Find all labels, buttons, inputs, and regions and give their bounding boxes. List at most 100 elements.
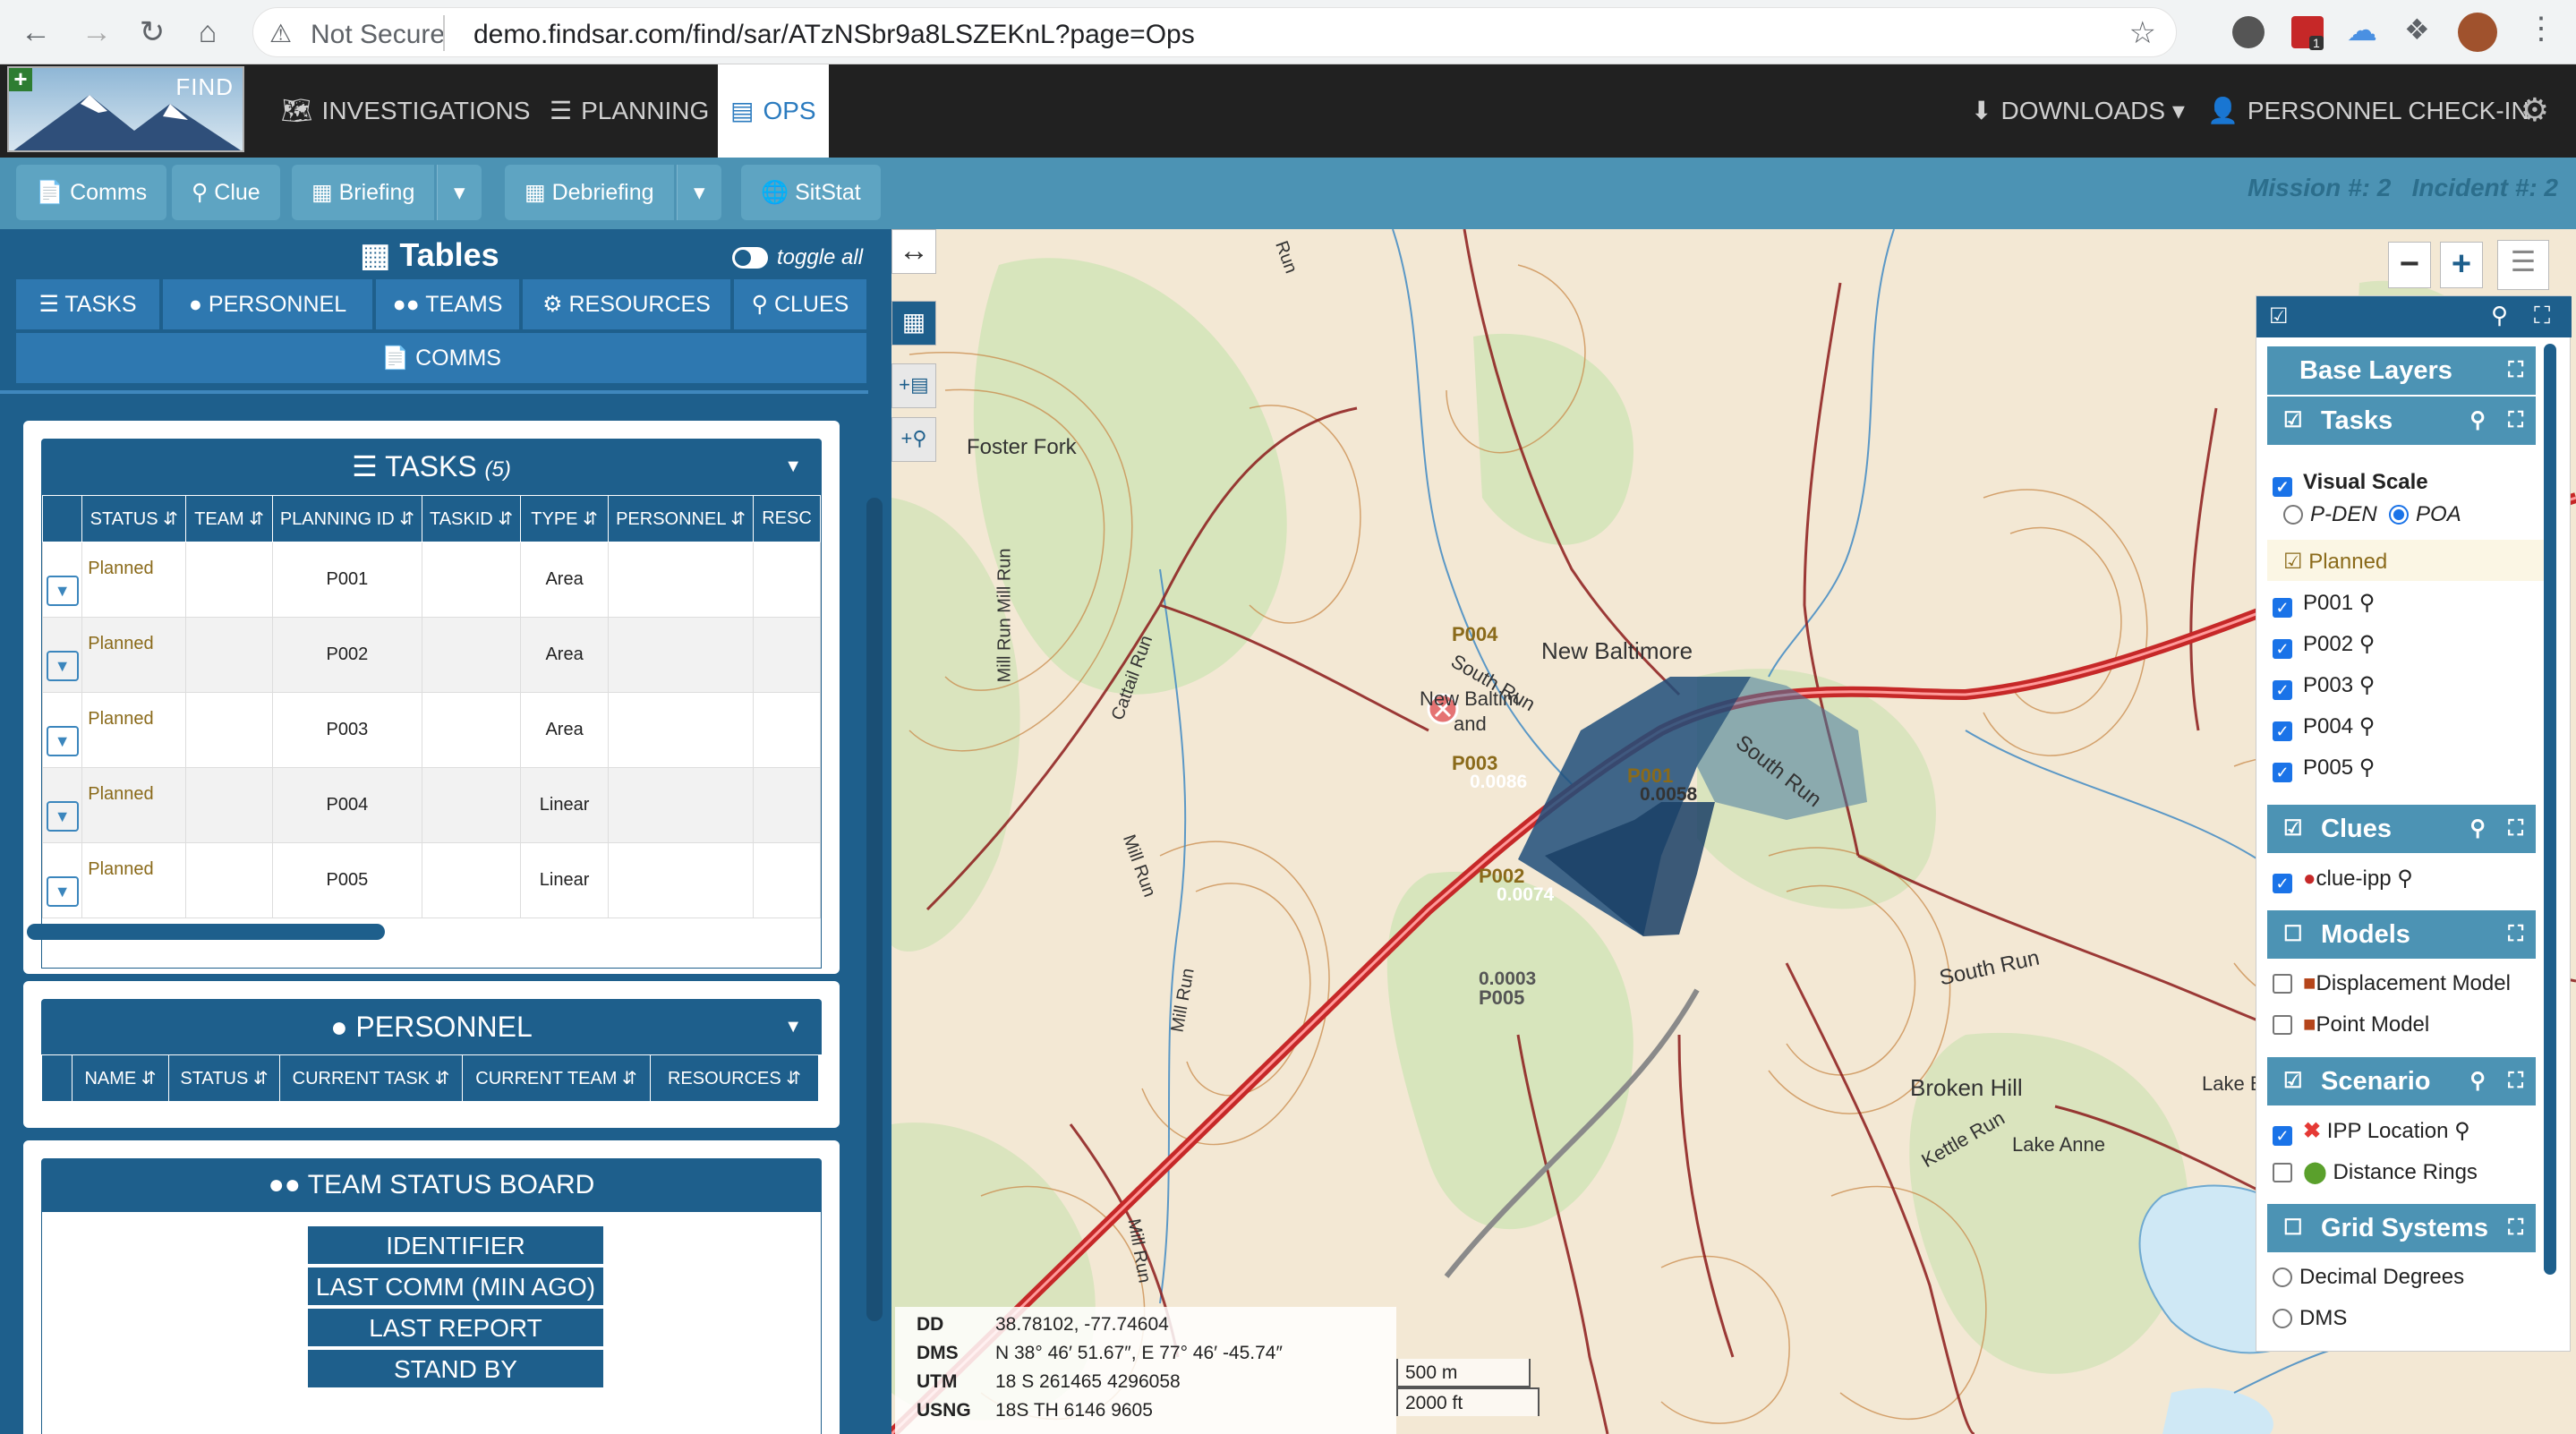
- toggle-all-switch[interactable]: [732, 247, 768, 269]
- p003-checkbox[interactable]: ✓: [2273, 680, 2292, 700]
- dms-radio[interactable]: [2273, 1309, 2292, 1328]
- layer-control-scrollbar[interactable]: [2544, 344, 2556, 1275]
- downloads-menu[interactable]: ⬇ DOWNLOADS ▾: [1958, 64, 2197, 158]
- extension-circle-icon[interactable]: [2232, 16, 2265, 48]
- expand-row-button[interactable]: ▼: [46, 875, 79, 907]
- displacement-model-checkbox[interactable]: [2273, 974, 2292, 994]
- checkbox-icon[interactable]: ☑: [2283, 550, 2308, 574]
- visual-scale-row[interactable]: ✓ Visual Scale: [2273, 470, 2428, 497]
- briefing-button[interactable]: ▦ Briefing: [292, 165, 435, 220]
- expand-row-button[interactable]: ▼: [46, 800, 79, 832]
- layer-task-p002[interactable]: ✓ P002 ⚲: [2273, 631, 2375, 659]
- puzzle-icon[interactable]: ❖: [2404, 13, 2430, 47]
- col-resources[interactable]: RESC: [753, 495, 821, 542]
- search-icon[interactable]: ⚲: [2491, 302, 2508, 329]
- layer-displacement-model[interactable]: ■Displacement Model: [2273, 971, 2511, 996]
- tab-comms[interactable]: 📄 COMMS: [16, 333, 868, 383]
- address-bar[interactable]: ⚠ Not Secure demo.findsar.com/find/sar/A…: [252, 7, 2177, 57]
- pden-radio[interactable]: [2283, 505, 2303, 525]
- layer-decimal-degrees[interactable]: Decimal Degrees: [2273, 1265, 2464, 1290]
- col-resources[interactable]: RESOURCES ⇵: [650, 1054, 819, 1102]
- layer-clue-ipp[interactable]: ✓ ●clue-ipp ⚲: [2273, 866, 2413, 893]
- caret-down-icon[interactable]: ▼: [784, 439, 802, 494]
- checkbox-icon[interactable]: ☐: [2283, 910, 2303, 959]
- search-icon[interactable]: ⚲: [2359, 591, 2376, 615]
- col-status[interactable]: STATUS ⇵: [168, 1054, 280, 1102]
- add-task-icon[interactable]: +▤: [891, 363, 936, 408]
- col-planning-id[interactable]: PLANNING ID ⇵: [271, 495, 422, 542]
- clue-ipp-checkbox[interactable]: ✓: [2273, 874, 2292, 893]
- layer-point-model[interactable]: ■Point Model: [2273, 1012, 2429, 1037]
- expand-panel-icon[interactable]: ↔: [891, 229, 936, 274]
- bookmark-star-icon[interactable]: ☆: [2129, 15, 2156, 51]
- p001-checkbox[interactable]: ✓: [2273, 598, 2292, 618]
- ipp-location-checkbox[interactable]: ✓: [2273, 1126, 2292, 1146]
- expand-icon[interactable]: ⛶: [2508, 1204, 2523, 1252]
- reload-icon[interactable]: ↻: [132, 13, 172, 52]
- nav-ops[interactable]: ▤ OPS: [718, 64, 829, 158]
- back-icon[interactable]: ←: [16, 13, 55, 52]
- gear-icon[interactable]: ⚙: [2521, 91, 2549, 129]
- layer-task-p004[interactable]: ✓ P004 ⚲: [2273, 713, 2375, 741]
- p004-checkbox[interactable]: ✓: [2273, 721, 2292, 741]
- layers-icon[interactable]: ☰: [2497, 240, 2549, 290]
- col-type[interactable]: TYPE ⇵: [520, 495, 610, 542]
- checkbox-icon[interactable]: ☑: [2283, 1057, 2303, 1105]
- clue-button[interactable]: ⚲ Clue: [172, 165, 280, 220]
- expand-icon[interactable]: ⛶: [2508, 805, 2523, 853]
- personnel-checkin[interactable]: 👤 PERSONNEL CHECK-IN: [2195, 64, 2542, 158]
- search-icon[interactable]: ⚲: [2469, 397, 2486, 445]
- section-models[interactable]: ☐ Models ⛶: [2267, 910, 2536, 959]
- url-text[interactable]: demo.findsar.com/find/sar/ATzNSbr9a8LSZE…: [473, 20, 1195, 50]
- home-icon[interactable]: ⌂: [188, 13, 227, 52]
- section-grid-systems[interactable]: ☐ Grid Systems ⛶: [2267, 1204, 2536, 1252]
- layer-ipp-location[interactable]: ✓ ✖ IPP Location ⚲: [2273, 1118, 2470, 1146]
- col-name[interactable]: NAME ⇵: [72, 1054, 169, 1102]
- search-icon[interactable]: ⚲: [2469, 1057, 2486, 1105]
- tab-clues[interactable]: ⚲ CLUES: [734, 279, 868, 329]
- visual-scale-checkbox[interactable]: ✓: [2273, 477, 2292, 497]
- col-personnel[interactable]: PERSONNEL ⇵: [608, 495, 755, 542]
- debriefing-dropdown[interactable]: ▾: [677, 165, 721, 220]
- p005-checkbox[interactable]: ✓: [2273, 763, 2292, 782]
- search-icon[interactable]: ⚲: [2397, 866, 2413, 891]
- layer-distance-rings[interactable]: ⬤ Distance Rings: [2273, 1159, 2478, 1185]
- layer-task-p001[interactable]: ✓ P001 ⚲: [2273, 590, 2375, 618]
- expand-row-button[interactable]: ▼: [46, 725, 79, 756]
- table-toggle-icon[interactable]: ▦: [891, 301, 936, 346]
- section-clues[interactable]: ☑ Clues ⚲ ⛶: [2267, 805, 2536, 853]
- tasks-horizontal-scrollbar[interactable]: [27, 924, 385, 940]
- debriefing-button[interactable]: ▦ Debriefing: [505, 165, 674, 220]
- col-current-team[interactable]: CURRENT TEAM ⇵: [462, 1054, 651, 1102]
- expand-icon[interactable]: ⛶: [2508, 910, 2523, 959]
- cloud-icon[interactable]: ☁: [2347, 13, 2377, 48]
- p002-checkbox[interactable]: ✓: [2273, 639, 2292, 659]
- profile-avatar[interactable]: [2458, 13, 2497, 52]
- search-icon[interactable]: ⚲: [2454, 1119, 2470, 1143]
- planned-group-row[interactable]: ☑ Planned: [2283, 549, 2387, 575]
- decimal-degrees-radio[interactable]: [2273, 1268, 2292, 1287]
- nav-investigations[interactable]: 🗺 INVESTIGATIONS: [269, 64, 542, 158]
- tables-vertical-scrollbar[interactable]: [866, 498, 883, 1321]
- tab-personnel[interactable]: ● PERSONNEL: [163, 279, 374, 329]
- caret-down-icon[interactable]: ▼: [784, 999, 802, 1054]
- expand-row-button[interactable]: ▼: [46, 650, 79, 681]
- layer-task-p003[interactable]: ✓ P003 ⚲: [2273, 672, 2375, 700]
- personnel-card-header[interactable]: ● PERSONNEL ▼: [41, 999, 822, 1054]
- distance-rings-checkbox[interactable]: [2273, 1163, 2292, 1182]
- tab-teams[interactable]: ●● TEAMS: [376, 279, 521, 329]
- section-scenario[interactable]: ☑ Scenario ⚲ ⛶: [2267, 1057, 2536, 1105]
- browser-menu-icon[interactable]: ⋮: [2526, 11, 2556, 47]
- zoom-out-button[interactable]: −: [2388, 242, 2431, 288]
- forward-icon[interactable]: →: [77, 13, 116, 52]
- add-clue-icon[interactable]: +⚲: [891, 417, 936, 462]
- layer-task-p005[interactable]: ✓ P005 ⚲: [2273, 755, 2375, 782]
- col-team[interactable]: TEAM ⇵: [185, 495, 273, 542]
- layer-dms[interactable]: DMS: [2273, 1306, 2347, 1331]
- tasks-card-header[interactable]: ☰ TASKS (5) ▼: [41, 439, 822, 494]
- checkbox-icon[interactable]: ☑: [2269, 303, 2289, 329]
- expand-row-button[interactable]: ▼: [46, 575, 79, 606]
- search-icon[interactable]: ⚲: [2359, 755, 2376, 780]
- extension-mail-icon[interactable]: 1: [2291, 16, 2324, 50]
- checkbox-icon[interactable]: ☑: [2283, 805, 2303, 853]
